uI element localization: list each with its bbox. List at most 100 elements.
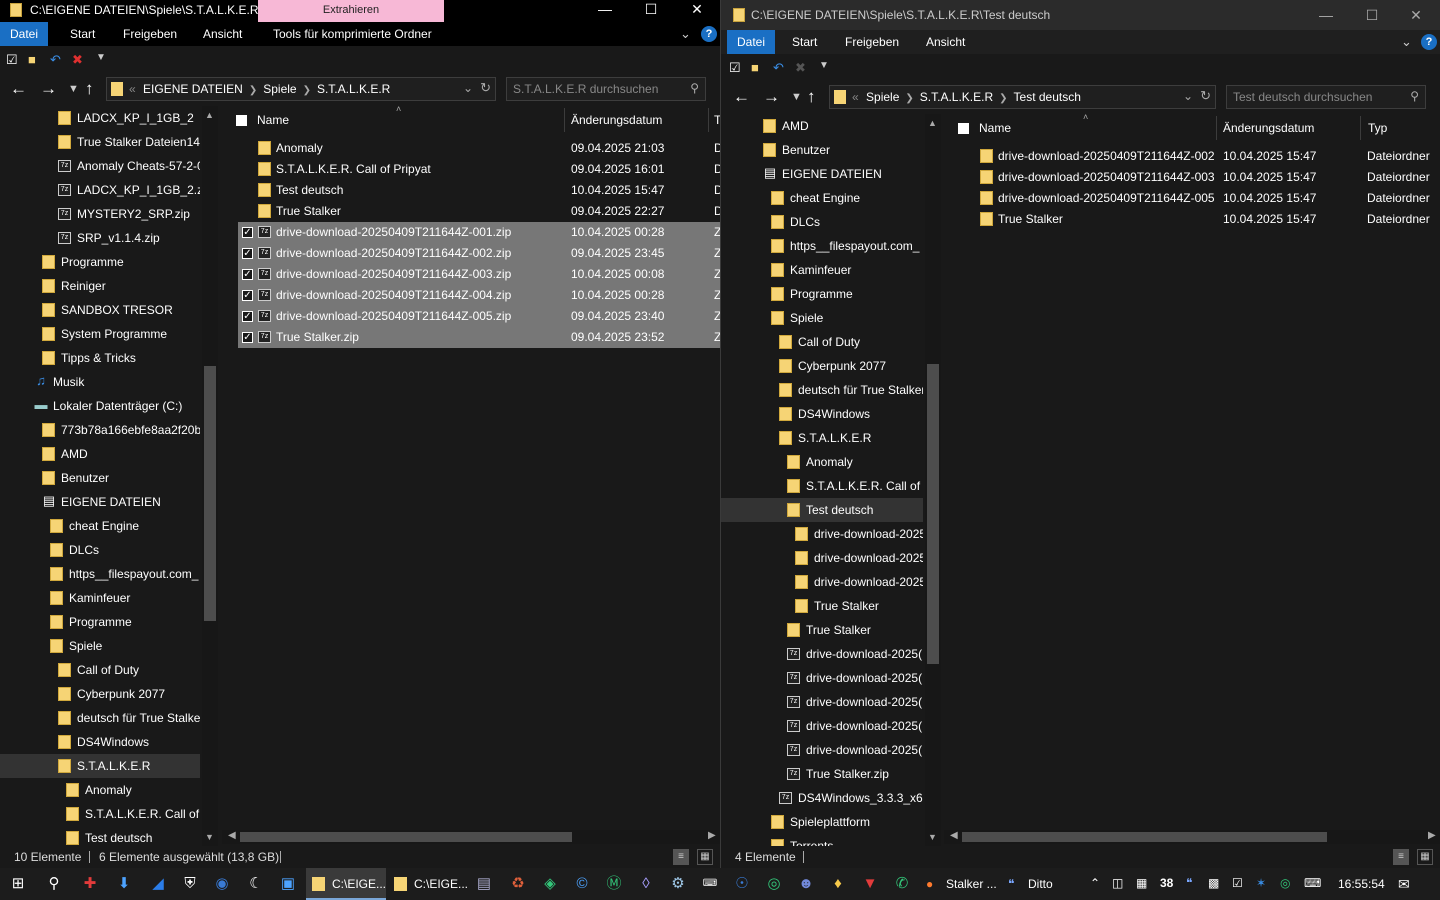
breadcrumb-item[interactable]: S.T.A.L.K.E.R: [920, 90, 993, 104]
tree-item[interactable]: drive-download-2025: [721, 522, 923, 546]
app-window-icon[interactable]: ▣: [276, 872, 300, 896]
app-tray-icon[interactable]: ◎: [1280, 876, 1290, 890]
tree-item[interactable]: Programme: [0, 250, 200, 274]
tree-item[interactable]: Torrents: [721, 834, 923, 846]
back-arrow-icon[interactable]: ←: [10, 79, 27, 99]
scroll-thumb[interactable]: [240, 832, 572, 842]
clock[interactable]: 16:55:54: [1338, 877, 1385, 891]
large-icons-view-icon[interactable]: ▦: [697, 849, 713, 865]
file-row[interactable]: drive-download-20250409T211644Z-003 10.04…: [960, 167, 1440, 188]
tree-item[interactable]: cheat Engine: [721, 186, 923, 210]
scroll-left-arrow-icon[interactable]: ◀: [228, 830, 236, 841]
forward-arrow-icon[interactable]: →: [40, 79, 57, 99]
file-row[interactable]: Test deutsch 10.04.2025 15:47 D: [238, 180, 720, 201]
row-checkbox[interactable]: ✓: [242, 269, 253, 280]
tab-ansicht[interactable]: Ansicht: [916, 30, 975, 54]
tree-item[interactable]: SANDBOX TRESOR: [0, 298, 200, 322]
chevron-right-icon[interactable]: ❯: [905, 93, 913, 104]
recent-locations-chevron-icon[interactable]: ▼: [68, 83, 79, 95]
app-puzzle-icon[interactable]: ♻: [506, 872, 530, 896]
tree-item[interactable]: Kaminfeuer: [0, 586, 200, 610]
column-name[interactable]: Name: [257, 113, 289, 127]
tab-compressed-tools[interactable]: Tools für komprimierte Ordner: [263, 22, 442, 46]
file-row[interactable]: True Stalker 09.04.2025 22:27 D: [238, 201, 720, 222]
tree-item[interactable]: ▤ EIGENE DATEIEN: [0, 490, 200, 514]
tab-freigeben[interactable]: Freigeben: [113, 22, 187, 46]
up-arrow-icon[interactable]: ↑: [807, 87, 816, 107]
breadcrumb-item[interactable]: Spiele: [866, 90, 899, 104]
column-date[interactable]: Änderungsdatum: [571, 113, 662, 127]
tree-item[interactable]: https__filespayout.com_: [0, 562, 200, 586]
scroll-left-arrow-icon[interactable]: ◀: [950, 830, 958, 841]
minimize-button[interactable]: —: [582, 0, 628, 22]
row-checkbox[interactable]: ✓: [242, 248, 253, 259]
tab-datei[interactable]: Datei: [0, 22, 49, 46]
ribbon-expand-chevron-icon[interactable]: ⌄: [1401, 34, 1412, 50]
help-icon[interactable]: ?: [1421, 34, 1437, 50]
tree-item[interactable]: DLCs: [0, 538, 200, 562]
select-all-checkbox[interactable]: [236, 115, 247, 126]
breadcrumb-item[interactable]: S.T.A.L.K.E.R: [317, 82, 390, 96]
tree-item[interactable]: DS4Windows: [0, 730, 200, 754]
file-row[interactable]: drive-download-20250409T211644Z-005 10.04…: [960, 188, 1440, 209]
tree-item[interactable]: ♫ Musik: [0, 370, 200, 394]
chevron-right-icon[interactable]: ❯: [999, 93, 1007, 104]
title-bar[interactable]: C:\EIGENE DATEIEN\Spiele\S.T.A.L.K.E.R E…: [0, 0, 720, 22]
app-u-icon[interactable]: Ⓜ: [602, 872, 626, 896]
vpn-icon[interactable]: ◈: [538, 872, 562, 896]
horizontal-scrollbar[interactable]: ◀ ▶: [944, 830, 1440, 844]
app-document-icon[interactable]: ▤: [472, 872, 496, 896]
taskbar-firefox[interactable]: ● Stalker ...: [920, 868, 1000, 900]
tree-item[interactable]: Test deutsch: [0, 826, 200, 846]
column-type[interactable]: Typ: [1368, 121, 1387, 135]
close-button[interactable]: ✕: [1393, 0, 1439, 30]
tree-item[interactable]: Programme: [721, 282, 923, 306]
tree-item[interactable]: Anomaly: [721, 450, 923, 474]
chrome-icon[interactable]: ◎: [762, 872, 786, 896]
app-yellow-icon[interactable]: ♦: [826, 872, 850, 896]
row-checkbox[interactable]: ✓: [242, 290, 253, 301]
tree-item[interactable]: 773b78a166ebfe8aa2f20b0b: [0, 418, 200, 442]
details-view-icon[interactable]: ≡: [673, 849, 689, 865]
tree-item[interactable]: 7z drive-download-2025(: [721, 642, 923, 666]
shield-icon[interactable]: ⛨: [178, 872, 202, 896]
delete-icon[interactable]: ✖: [795, 60, 806, 76]
gamepad-icon[interactable]: ◊: [634, 872, 658, 896]
tree-item[interactable]: S.T.A.L.K.E.R: [0, 754, 200, 778]
tree-item[interactable]: Spiele: [721, 306, 923, 330]
horizontal-scrollbar[interactable]: ◀ ▶: [222, 830, 720, 844]
windows-start-icon[interactable]: ⊞: [6, 872, 30, 896]
chevron-right-icon[interactable]: ❯: [249, 85, 257, 96]
file-row[interactable]: ✓ 7z drive-download-20250409T211644Z-002.z…: [238, 243, 720, 264]
tree-item[interactable]: ▬ Lokaler Datenträger (C:): [0, 394, 200, 418]
file-row[interactable]: ✓ 7z True Stalker.zip 09.04.2025 23:52 Z: [238, 327, 720, 348]
tree-item[interactable]: Spieleplattform: [721, 810, 923, 834]
app-tray-icon[interactable]: ☑: [1232, 876, 1243, 890]
tree-item[interactable]: 7z drive-download-2025(: [721, 690, 923, 714]
tree-item[interactable]: LADCX_KP_I_1GB_2: [0, 106, 200, 130]
undo-icon[interactable]: ↶: [773, 60, 784, 76]
tray-counter[interactable]: 38: [1160, 876, 1173, 890]
search-icon[interactable]: ⚲: [42, 872, 66, 896]
ribbon-expand-chevron-icon[interactable]: ⌄: [680, 26, 691, 42]
tab-freigeben[interactable]: Freigeben: [835, 30, 909, 54]
tab-ansicht[interactable]: Ansicht: [193, 22, 252, 46]
new-folder-icon[interactable]: ■: [751, 60, 759, 75]
bluetooth-icon[interactable]: ✶: [1256, 876, 1266, 890]
tree-item[interactable]: True Stalker: [721, 618, 923, 642]
search-input[interactable]: Test deutsch durchsuchen ⚲: [1226, 85, 1426, 109]
properties-icon[interactable]: ☑: [6, 52, 18, 68]
maximize-button[interactable]: ☐: [628, 0, 674, 22]
tree-item[interactable]: DS4Windows: [721, 402, 923, 426]
app-network-icon[interactable]: ☉: [730, 872, 754, 896]
tree-item[interactable]: 7z LADCX_KP_I_1GB_2.zip: [0, 178, 200, 202]
app-blade-icon[interactable]: ☾: [244, 872, 268, 896]
help-icon[interactable]: ?: [701, 26, 717, 42]
tree-item[interactable]: S.T.A.L.K.E.R: [721, 426, 923, 450]
tree-item[interactable]: deutsch für True Stalker: [721, 378, 923, 402]
ditto-tray-icon[interactable]: ❝: [1186, 876, 1192, 890]
tree-item[interactable]: ▤ EIGENE DATEIEN: [721, 162, 923, 186]
tree-item[interactable]: Cyberpunk 2077: [0, 682, 200, 706]
up-arrow-icon[interactable]: ↑: [85, 79, 94, 99]
back-arrow-icon[interactable]: ←: [733, 87, 750, 107]
